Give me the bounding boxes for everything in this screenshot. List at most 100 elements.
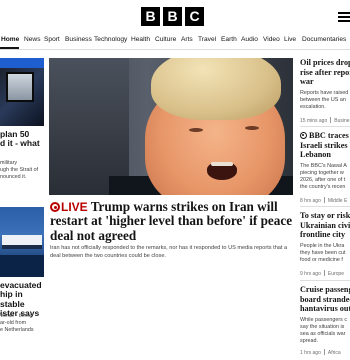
summary-line: they have been cut — [300, 249, 346, 256]
headline-line: To stay or risk — [300, 211, 350, 220]
summary-line: ugh the Strait of — [0, 167, 39, 173]
headline-line: board stranded — [300, 294, 350, 304]
divider — [300, 126, 350, 127]
summary-line: While passengers c — [300, 316, 348, 323]
headline-line: war — [300, 77, 314, 87]
summary-line: Reports have raised — [300, 89, 349, 96]
nav-item-travel[interactable]: Travel — [198, 36, 216, 43]
meta-separator — [330, 116, 332, 123]
left-story-headline[interactable]: plan 50 d it - what — [0, 129, 44, 149]
summary-line: food or medicine f — [300, 256, 343, 263]
portrait-eye — [245, 126, 259, 130]
portrait-hair — [151, 58, 281, 120]
right-story-headline: Cruise passeng board stranded hantavirus… — [300, 285, 350, 314]
story-meta: 8 hrs ago Middle E — [300, 196, 350, 204]
live-icon — [300, 131, 307, 139]
story-section[interactable]: Europe — [328, 271, 344, 277]
story-time: 1 hrs ago — [300, 349, 321, 356]
summary-line: nounced it. — [0, 174, 27, 180]
summary-line: The BBC's Nawal A — [300, 162, 347, 169]
story-section[interactable]: Africa — [328, 350, 341, 356]
image-overlay-bar — [0, 58, 44, 68]
summary-line: 2026, after one of t — [300, 176, 346, 183]
headline-line: frontline city — [300, 230, 346, 240]
right-story-4[interactable]: Cruise passeng board stranded hantavirus… — [300, 285, 350, 356]
right-story-3[interactable]: To stay or risk Ukrainian civil frontlin… — [300, 211, 350, 277]
nav-item-technology[interactable]: Technology — [94, 36, 127, 43]
ship-shape — [2, 235, 42, 249]
right-story-summary: While passengers c say the situation is … — [300, 317, 350, 345]
main-headline[interactable]: LIVE Trump warns strikes on Iran will re… — [50, 199, 296, 243]
meta-separator — [323, 348, 325, 355]
nav-item-audio[interactable]: Audio — [241, 36, 258, 43]
logo-letter: C — [185, 7, 204, 26]
logo-letter: B — [163, 7, 182, 26]
summary-line: military — [0, 160, 18, 166]
headline-line: Ukrainian civil — [300, 220, 350, 230]
bbc-logo[interactable]: B B C — [141, 7, 204, 26]
divider — [300, 206, 350, 207]
summary-line: ar-old from — [0, 320, 27, 326]
divider — [300, 280, 350, 281]
summary-line: between the US an — [300, 96, 346, 103]
main-story-image[interactable] — [49, 58, 293, 195]
nav-item-news[interactable]: News — [24, 36, 41, 43]
summary-line: People in the Ukra — [300, 242, 345, 249]
portrait-teeth — [211, 162, 233, 166]
right-story-1[interactable]: Oil prices drop rise after repor war Rep… — [300, 58, 350, 124]
right-story-headline: To stay or risk Ukrainian civil frontlin… — [300, 211, 350, 240]
live-label: LIVE — [61, 200, 88, 214]
headline-line: rise after repor — [300, 67, 350, 77]
story-section[interactable]: Busine — [334, 118, 349, 124]
image-screen-shape — [6, 72, 34, 102]
story-time: 9 hrs ago — [300, 270, 321, 277]
nav-item-home[interactable]: Home — [1, 36, 19, 43]
headline-line: Israeli strikes b — [300, 140, 350, 150]
nav-item-earth[interactable]: Earth — [221, 36, 237, 43]
left-story-summary: military ugh the Strait of nounced it. — [0, 160, 44, 181]
story-time: 8 hrs ago — [300, 197, 321, 204]
summary-line: piecing together w — [300, 169, 344, 176]
menu-icon[interactable] — [338, 12, 350, 22]
left-story-2-image[interactable] — [0, 207, 44, 277]
story-section[interactable]: Middle E — [328, 198, 347, 204]
headline-line: Oil prices drop — [300, 58, 350, 67]
nav-item-culture[interactable]: Culture — [155, 36, 176, 43]
logo-letter: B — [141, 7, 160, 26]
summary-line: spread. — [300, 337, 318, 344]
nav-item-sport[interactable]: Sport — [44, 36, 60, 43]
right-story-2[interactable]: BBC traces Israeli strikes b Lebanon The… — [300, 131, 350, 204]
headline-line: d it - what — [0, 138, 40, 149]
meta-separator — [323, 196, 325, 203]
main-nav: Home News Sport Business Technology Heal… — [0, 34, 350, 50]
top-bar: B B C — [0, 0, 350, 34]
summary-line: say the situation is — [300, 323, 345, 330]
right-story-summary: People in the Ukra they have been cut fo… — [300, 243, 350, 264]
headline-line: hip in stable — [0, 289, 25, 309]
nav-item-video[interactable]: Video — [263, 36, 280, 43]
summary-line: e Netherlands — [0, 327, 34, 333]
story-time: 15 mins ago — [300, 117, 328, 124]
portrait-eye — [189, 128, 203, 132]
summary-line: Verde - three — [0, 313, 32, 319]
nav-item-documentaries[interactable]: Documentaries — [302, 36, 346, 43]
image-background — [49, 58, 129, 195]
left-story-image[interactable] — [0, 58, 44, 126]
nav-item-arts[interactable]: Arts — [181, 36, 193, 43]
live-icon — [50, 202, 60, 212]
main-summary: Iran has not officially responded to the… — [50, 245, 288, 260]
summary-line: escalation. — [300, 103, 326, 110]
nav-item-health[interactable]: Health — [131, 36, 150, 43]
summary-line: sea as officials war — [300, 330, 346, 337]
headline-line: Cruise passeng — [300, 285, 350, 294]
headline-line: BBC traces — [309, 131, 349, 140]
meta-separator — [323, 269, 325, 276]
nav-item-live[interactable]: Live — [284, 36, 296, 43]
sea-shape — [0, 255, 44, 277]
story-meta: 15 mins ago Busine — [300, 116, 350, 124]
right-story-headline: BBC traces Israeli strikes b Lebanon — [300, 131, 350, 160]
left-story-2-summary: Verde - three ar-old from e Netherlands — [0, 313, 44, 334]
right-story-headline: Oil prices drop rise after repor war — [300, 58, 350, 87]
nav-item-business[interactable]: Business — [65, 36, 92, 43]
story-meta: 9 hrs ago Europe — [300, 269, 350, 277]
